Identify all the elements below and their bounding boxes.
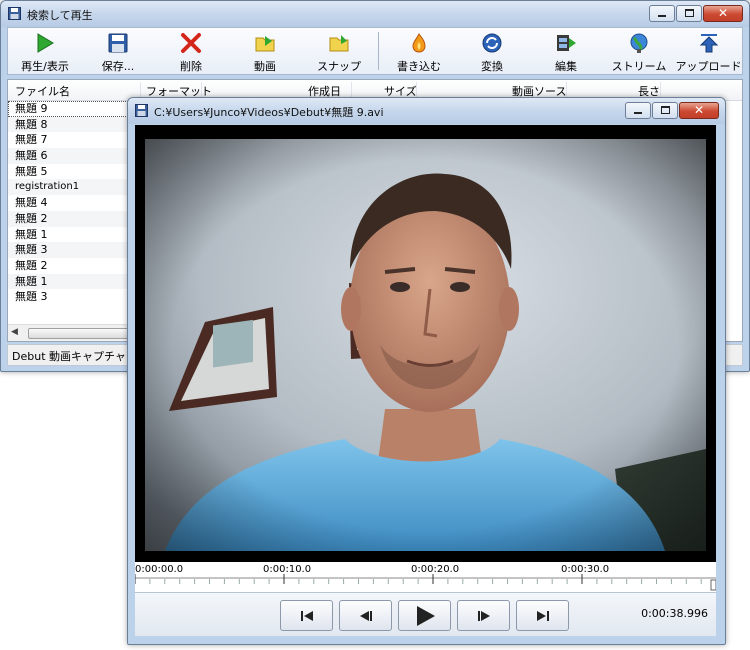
timeline-label: 0:00:00.0	[135, 564, 184, 575]
maximize-icon	[685, 9, 694, 17]
skip-start-button[interactable]	[280, 600, 333, 631]
stream-globe-icon	[630, 33, 648, 53]
player-window-title: C:¥Users¥Junco¥Videos¥Debut¥無題 9.avi	[154, 106, 384, 119]
scroll-left-arrow-icon[interactable]: ◀	[11, 327, 18, 337]
column-divider	[660, 82, 661, 98]
snapshot-folder-button[interactable]: スナップ	[302, 28, 376, 74]
timeline[interactable]: 0:00:00.0 0:00:10.0 0:00:20.0 0:00:30.0	[134, 562, 717, 593]
table-row[interactable]: 無題 7	[8, 132, 138, 148]
close-icon: ✕	[693, 103, 705, 117]
close-button[interactable]: ✕	[703, 5, 743, 22]
toolbar-label: 書き込む	[397, 60, 441, 73]
maximize-icon	[661, 106, 670, 114]
table-row[interactable]: 無題 3	[8, 289, 138, 305]
play-view-button[interactable]: 再生/表示	[8, 28, 82, 74]
maximize-button[interactable]	[652, 102, 678, 119]
toolbar: 再生/表示 保存... 削除 動画 スナップ 書き込む 変換 編集 ストリーム …	[7, 27, 743, 75]
step-back-button[interactable]	[339, 600, 392, 631]
main-window-title: 検索して再生	[27, 9, 93, 22]
delete-icon	[181, 33, 201, 53]
delete-button[interactable]: 削除	[154, 28, 228, 74]
play-icon	[37, 33, 54, 53]
video-preview[interactable]	[145, 139, 706, 551]
table-row[interactable]: 無題 3	[8, 242, 138, 258]
playback-controls: 0:00:38.996	[135, 593, 716, 636]
burn-icon	[412, 33, 426, 53]
column-divider	[566, 82, 567, 98]
step-forward-button[interactable]	[457, 600, 510, 631]
upload-icon	[699, 34, 718, 53]
upload-button[interactable]: アップロード	[673, 28, 744, 74]
toolbar-label: 再生/表示	[21, 60, 69, 73]
table-row[interactable]: 無題 4	[8, 195, 138, 211]
column-divider	[140, 82, 141, 98]
scrollbar-thumb[interactable]	[28, 328, 136, 339]
snapshot-folder-icon	[329, 35, 349, 52]
timecode-display: 0:00:38.996	[641, 607, 708, 620]
timeline-label: 0:00:10.0	[263, 564, 312, 575]
video-folder-icon	[255, 36, 275, 52]
save-button[interactable]: 保存...	[82, 28, 154, 74]
minimize-button[interactable]	[625, 102, 651, 119]
timeline-label: 0:00:30.0	[561, 564, 610, 575]
file-rows: 無題 9 無題 8 無題 7 無題 6 無題 5 registration1 無…	[8, 101, 138, 305]
toolbar-label: アップロード	[675, 60, 742, 73]
column-filename[interactable]: ファイル名	[15, 83, 70, 99]
minimize-icon	[658, 15, 666, 17]
convert-button[interactable]: 変換	[457, 28, 527, 74]
table-row[interactable]: 無題 1	[8, 227, 138, 243]
main-titlebar[interactable]: 検索して再生 ✕	[1, 1, 749, 27]
table-row[interactable]: registration1	[8, 179, 138, 196]
table-row[interactable]: 無題 2	[8, 210, 138, 227]
toolbar-label: 保存...	[101, 60, 135, 73]
table-row[interactable]: 無題 6	[8, 148, 138, 164]
toolbar-divider	[378, 32, 379, 70]
edit-button[interactable]: 編集	[527, 28, 605, 74]
edit-film-icon	[557, 35, 576, 51]
save-icon	[108, 33, 128, 53]
toolbar-label: ストリーム	[611, 60, 667, 73]
maximize-button[interactable]	[676, 5, 702, 22]
skip-end-button[interactable]	[516, 600, 569, 631]
table-row[interactable]: 無題 2	[8, 258, 138, 274]
table-row[interactable]: 無題 1	[8, 273, 138, 290]
step-forward-icon	[477, 610, 490, 621]
status-text: Debut 動画キャプチャ	[12, 350, 126, 363]
toolbar-label: 編集	[555, 60, 577, 73]
toolbar-label: 変換	[481, 60, 503, 73]
close-icon: ✕	[717, 6, 729, 20]
table-row[interactable]: 無題 5	[8, 164, 138, 180]
toolbar-label: スナップ	[317, 60, 361, 73]
minimize-button[interactable]	[649, 5, 675, 22]
toolbar-label: 動画	[254, 60, 276, 73]
table-row[interactable]: 無題 9	[8, 101, 138, 117]
toolbar-label: 削除	[180, 60, 202, 73]
table-row[interactable]: 無題 8	[8, 116, 138, 133]
video-frame	[135, 125, 716, 562]
convert-icon	[482, 33, 502, 53]
burn-button[interactable]: 書き込む	[381, 28, 457, 74]
timeline-label: 0:00:20.0	[411, 564, 460, 575]
app-disk-icon	[8, 7, 21, 20]
close-button[interactable]: ✕	[679, 102, 719, 119]
skip-start-icon	[300, 610, 313, 621]
play-icon	[416, 605, 435, 626]
column-divider	[201, 82, 202, 98]
player-window: C:¥Users¥Junco¥Videos¥Debut¥無題 9.avi ✕ 0…	[127, 97, 726, 645]
horizontal-scrollbar[interactable]: ◀	[8, 324, 138, 341]
column-divider	[351, 82, 352, 98]
app-disk-icon	[135, 104, 148, 117]
player-titlebar[interactable]: C:¥Users¥Junco¥Videos¥Debut¥無題 9.avi ✕	[128, 98, 725, 124]
step-back-icon	[359, 610, 372, 621]
minimize-icon	[634, 112, 642, 114]
play-button[interactable]	[398, 600, 451, 631]
video-folder-button[interactable]: 動画	[228, 28, 302, 74]
column-divider	[416, 82, 417, 98]
stream-button[interactable]: ストリーム	[605, 28, 673, 74]
skip-end-icon	[536, 610, 549, 621]
playhead-marker	[710, 579, 717, 591]
